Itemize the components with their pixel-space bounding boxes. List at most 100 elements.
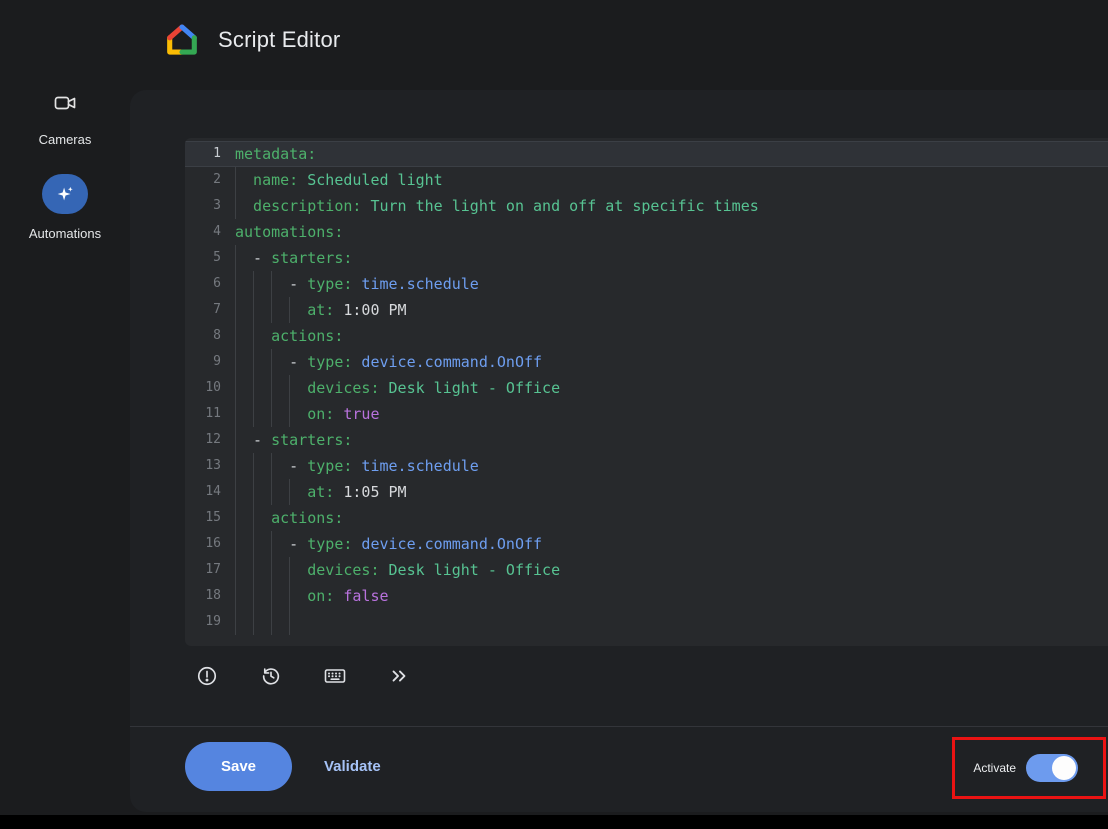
line-number: 2	[185, 167, 235, 193]
code-line[interactable]: 9- type: device.command.OnOff	[185, 349, 1108, 375]
line-number: 19	[185, 609, 235, 635]
code-line-text: automations:	[235, 219, 1108, 245]
problems-button[interactable]	[187, 656, 227, 696]
validate-button[interactable]: Validate	[312, 742, 393, 791]
code-line[interactable]: 12- starters:	[185, 427, 1108, 453]
indent-guides	[235, 427, 253, 453]
activate-toggle[interactable]	[1026, 754, 1078, 782]
code-editor[interactable]: 1metadata:2name: Scheduled light3descrip…	[185, 138, 1108, 646]
line-number: 1	[185, 141, 235, 167]
code-line[interactable]: 16- type: device.command.OnOff	[185, 531, 1108, 557]
code-line[interactable]: 15actions:	[185, 505, 1108, 531]
indent-guides	[235, 505, 271, 531]
line-number: 14	[185, 479, 235, 505]
indent-guides	[235, 167, 253, 193]
history-button[interactable]	[251, 656, 291, 696]
code-line[interactable]: 13- type: time.schedule	[185, 453, 1108, 479]
activate-label: Activate	[973, 761, 1016, 775]
indent-guides	[235, 479, 307, 505]
page-title: Script Editor	[218, 27, 340, 53]
sidebar-item-automations[interactable]: Automations	[0, 174, 130, 241]
code-line-text: - type: device.command.OnOff	[235, 349, 1108, 375]
code-line-text: - starters:	[235, 427, 1108, 453]
indent-guides	[235, 531, 289, 557]
code-line-text: - type: time.schedule	[235, 453, 1108, 479]
code-line[interactable]: 3description: Turn the light on and off …	[185, 193, 1108, 219]
indent-guides	[235, 245, 253, 271]
script-editor-card: 1metadata:2name: Scheduled light3descrip…	[130, 90, 1108, 812]
indent-guides	[235, 609, 307, 635]
line-number: 10	[185, 375, 235, 401]
code-line-text: description: Turn the light on and off a…	[235, 193, 1108, 219]
code-line[interactable]: 4automations:	[185, 219, 1108, 245]
line-number: 16	[185, 531, 235, 557]
indent-guides	[235, 297, 307, 323]
save-button[interactable]: Save	[185, 742, 292, 791]
code-line-text: name: Scheduled light	[235, 167, 1108, 193]
indent-guides	[235, 401, 307, 427]
code-line[interactable]: 11on: true	[185, 401, 1108, 427]
code-line-text: at: 1:00 PM	[235, 297, 1108, 323]
code-line-text	[235, 609, 1108, 635]
code-line[interactable]: 5- starters:	[185, 245, 1108, 271]
google-home-logo	[164, 21, 200, 57]
history-icon	[260, 665, 282, 687]
indent-guides	[235, 453, 289, 479]
window-bottom-edge	[0, 815, 1108, 829]
code-line[interactable]: 14at: 1:05 PM	[185, 479, 1108, 505]
video-camera-icon	[53, 90, 77, 116]
code-line[interactable]: 19	[185, 609, 1108, 635]
line-number: 15	[185, 505, 235, 531]
code-line[interactable]: 1metadata:	[185, 141, 1108, 167]
indent-guides	[235, 193, 253, 219]
switch-thumb	[1052, 756, 1076, 780]
keyboard-button[interactable]	[315, 656, 355, 696]
sidebar-item-cameras[interactable]: Cameras	[0, 90, 130, 147]
code-line-text: on: true	[235, 401, 1108, 427]
line-number: 8	[185, 323, 235, 349]
line-number: 18	[185, 583, 235, 609]
code-line-text: actions:	[235, 505, 1108, 531]
line-number: 4	[185, 219, 235, 245]
sidebar-item-label: Automations	[29, 226, 101, 241]
line-number: 17	[185, 557, 235, 583]
code-line-text: - type: device.command.OnOff	[235, 531, 1108, 557]
indent-guides	[235, 271, 289, 297]
code-line-text: devices: Desk light - Office	[235, 375, 1108, 401]
line-number: 11	[185, 401, 235, 427]
code-line[interactable]: 6- type: time.schedule	[185, 271, 1108, 297]
activate-group: Activate	[973, 754, 1078, 782]
code-line[interactable]: 8actions:	[185, 323, 1108, 349]
keyboard-icon	[323, 664, 347, 688]
code-line-text: - starters:	[235, 245, 1108, 271]
indent-guides	[235, 375, 307, 401]
line-number: 13	[185, 453, 235, 479]
editor-toolbar	[187, 656, 419, 696]
line-number: 6	[185, 271, 235, 297]
code-line[interactable]: 18on: false	[185, 583, 1108, 609]
code-line[interactable]: 17devices: Desk light - Office	[185, 557, 1108, 583]
indent-guides	[235, 557, 307, 583]
indent-guides	[235, 583, 307, 609]
problems-icon	[196, 665, 218, 687]
line-number: 9	[185, 349, 235, 375]
more-tools-button[interactable]	[379, 656, 419, 696]
code-line-text: actions:	[235, 323, 1108, 349]
line-number: 7	[185, 297, 235, 323]
footer-divider	[130, 726, 1108, 727]
code-line[interactable]: 7at: 1:00 PM	[185, 297, 1108, 323]
code-line-text: - type: time.schedule	[235, 271, 1108, 297]
code-line-text: metadata:	[235, 141, 1108, 167]
code-line[interactable]: 10devices: Desk light - Office	[185, 375, 1108, 401]
line-number: 3	[185, 193, 235, 219]
code-line-text: at: 1:05 PM	[235, 479, 1108, 505]
code-line-text: on: false	[235, 583, 1108, 609]
double-chevron-icon	[388, 665, 410, 687]
sparkle-icon	[54, 183, 76, 205]
indent-guides	[235, 323, 271, 349]
code-line-text: devices: Desk light - Office	[235, 557, 1108, 583]
line-number: 12	[185, 427, 235, 453]
code-line[interactable]: 2name: Scheduled light	[185, 167, 1108, 193]
active-nav-pill	[42, 174, 88, 214]
line-number: 5	[185, 245, 235, 271]
